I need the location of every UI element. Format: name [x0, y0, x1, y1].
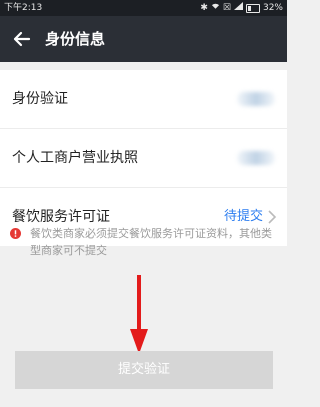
alert-circle-icon [10, 228, 21, 239]
signal-icon [233, 0, 243, 16]
notice-text: 餐饮类商家必须提交餐饮服务许可证资料，其他类型商家可不提交 [30, 227, 272, 257]
info-list: 身份验证 个人工商户营业执照 餐饮服务许可证 待提交 [0, 70, 287, 246]
list-item-identity[interactable]: 身份验证 [0, 70, 287, 129]
blurred-value [237, 92, 275, 106]
page-title: 身份信息 [45, 30, 106, 48]
chevron-right-icon [268, 210, 277, 224]
red-arrow-annotation [130, 275, 148, 354]
list-item-label: 个人工商户营业执照 [12, 150, 138, 166]
wifi-icon [211, 0, 220, 16]
blurred-value [237, 151, 275, 165]
submit-button[interactable]: 提交验证 [15, 351, 273, 389]
list-item-label: 身份验证 [12, 91, 68, 107]
battery-icon [245, 3, 260, 13]
bluetooth-icon: ✱ [200, 3, 208, 13]
arrow-left-icon[interactable] [10, 28, 32, 50]
status-time: 下午2:13 [4, 3, 43, 13]
sim-icon: ☒ [222, 3, 231, 13]
status-icons: ✱ ☒ 32% [200, 0, 283, 16]
list-item-business-license[interactable]: 个人工商户营业执照 [0, 129, 287, 188]
nav-bar: 身份信息 [0, 16, 287, 62]
status-bar: 下午2:13 ✱ ☒ 32% [0, 0, 287, 16]
battery-percent: 32% [262, 3, 283, 13]
